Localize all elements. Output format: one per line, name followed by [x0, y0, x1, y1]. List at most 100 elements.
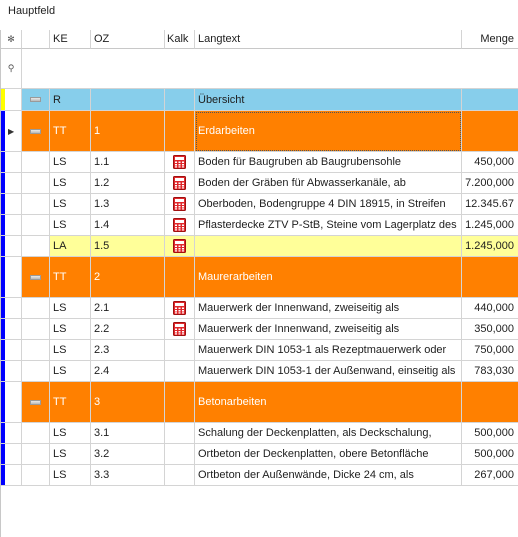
cell-menge[interactable]: 1.245,000 — [462, 215, 518, 236]
expand-toggle-cell[interactable] — [22, 257, 50, 298]
row-indicator[interactable] — [1, 382, 22, 423]
calculator-icon[interactable] — [173, 197, 186, 211]
collapse-icon[interactable] — [30, 97, 41, 102]
cell-ke[interactable]: LS — [50, 152, 91, 173]
expand-toggle-cell[interactable] — [22, 89, 50, 111]
filter-icon[interactable]: ⚲ — [1, 49, 22, 89]
summary-row[interactable]: R Übersicht — [1, 89, 518, 111]
row-indicator[interactable] — [1, 257, 22, 298]
cell-oz[interactable]: 3.2 — [91, 444, 165, 465]
cell-ke[interactable]: LS — [50, 298, 91, 319]
cell-langtext[interactable] — [195, 236, 462, 257]
row-indicator[interactable] — [1, 361, 22, 382]
position-row[interactable]: LS 2.2 Mauerwerk der Innenwand, zweiseitig… — [1, 319, 518, 340]
position-row[interactable]: LS 2.1 Mauerwerk der Innenwand, zweiseitig… — [1, 298, 518, 319]
cell-langtext[interactable]: Betonarbeiten — [195, 382, 462, 423]
cell-langtext[interactable]: Ortbeton der Außenwände, Dicke 24 cm, al… — [195, 465, 462, 486]
cell-ke[interactable]: LS — [50, 423, 91, 444]
column-header-langtext[interactable]: Langtext — [195, 30, 462, 49]
cell-ke[interactable]: LS — [50, 173, 91, 194]
cell-kalk[interactable] — [165, 423, 195, 444]
position-row[interactable]: LS 1.2 Boden der Gräben für Abwasserkanäle… — [1, 173, 518, 194]
position-row[interactable]: LS 2.3 Mauerwerk DIN 1053-1 als Rezeptmaue… — [1, 340, 518, 361]
calculator-icon[interactable] — [173, 239, 186, 253]
group-row[interactable]: ▶ TT 1 Erdarbeiten — [1, 111, 518, 152]
collapse-icon[interactable] — [30, 128, 41, 134]
group-row[interactable]: TT 2 Maurerarbeiten — [1, 257, 518, 298]
cell-langtext[interactable]: Mauerwerk der Innenwand, zweiseitig als — [195, 298, 462, 319]
collapse-icon[interactable] — [30, 399, 41, 405]
cell-menge[interactable]: 500,000 — [462, 444, 518, 465]
row-indicator[interactable] — [1, 89, 22, 111]
position-row[interactable]: LA 1.5 1.245,000 — [1, 236, 518, 257]
cell-kalk[interactable] — [165, 319, 195, 340]
row-indicator[interactable]: ▶ — [1, 111, 22, 152]
cell-menge[interactable]: 7.200,000 — [462, 173, 518, 194]
cell-ke[interactable]: LA — [50, 236, 91, 257]
cell-kalk[interactable] — [165, 444, 195, 465]
cell-langtext[interactable]: Pflasterdecke ZTV P-StB, Steine vom Lage… — [195, 215, 462, 236]
column-header-menge[interactable]: Menge — [462, 30, 518, 49]
cell-kalk[interactable] — [165, 465, 195, 486]
cell-oz[interactable]: 2.2 — [91, 319, 165, 340]
position-grid[interactable]: ✻ KE OZ Kalk Langtext Menge ⚲ R Übersicht… — [0, 30, 518, 537]
cell-langtext[interactable]: Boden für Baugruben ab Baugrubensohle — [195, 152, 462, 173]
cell-kalk[interactable] — [165, 298, 195, 319]
cell-langtext[interactable]: Maurerarbeiten — [195, 257, 462, 298]
cell-langtext[interactable]: Erdarbeiten — [195, 111, 462, 152]
cell-kalk[interactable] — [165, 89, 195, 111]
row-indicator[interactable] — [1, 465, 22, 486]
cell-menge[interactable]: 267,000 — [462, 465, 518, 486]
cell-ke[interactable]: LS — [50, 465, 91, 486]
cell-ke[interactable]: R — [50, 89, 91, 111]
calculator-icon[interactable] — [173, 155, 186, 169]
cell-ke[interactable]: LS — [50, 319, 91, 340]
cell-ke[interactable]: TT — [50, 111, 91, 152]
cell-kalk[interactable] — [165, 111, 195, 152]
row-indicator[interactable] — [1, 152, 22, 173]
cell-langtext[interactable]: Mauerwerk DIN 1053-1 der Außenwand, eins… — [195, 361, 462, 382]
column-header-ke[interactable]: KE — [50, 30, 91, 49]
cell-menge[interactable]: 440,000 — [462, 298, 518, 319]
cell-kalk[interactable] — [165, 257, 195, 298]
expand-toggle-cell[interactable] — [22, 382, 50, 423]
expand-toggle-cell[interactable] — [22, 111, 50, 152]
cell-kalk[interactable] — [165, 236, 195, 257]
row-indicator[interactable] — [1, 298, 22, 319]
calculator-icon[interactable] — [173, 218, 186, 232]
column-header-kalk[interactable]: Kalk — [165, 30, 195, 49]
position-row[interactable]: LS 1.4 Pflasterdecke ZTV P-StB, Steine vom… — [1, 215, 518, 236]
cell-oz[interactable]: 2 — [91, 257, 165, 298]
cell-langtext[interactable]: Boden der Gräben für Abwasserkanäle, ab — [195, 173, 462, 194]
cell-oz[interactable]: 1.1 — [91, 152, 165, 173]
cell-oz[interactable]: 1.3 — [91, 194, 165, 215]
row-indicator[interactable] — [1, 340, 22, 361]
cell-menge[interactable]: 750,000 — [462, 340, 518, 361]
cell-kalk[interactable] — [165, 152, 195, 173]
position-row[interactable]: LS 3.1 Schalung der Deckenplatten, als Dec… — [1, 423, 518, 444]
cell-menge[interactable] — [462, 111, 518, 152]
cell-langtext[interactable]: Mauerwerk der Innenwand, zweiseitig als — [195, 319, 462, 340]
collapse-icon[interactable] — [30, 274, 41, 280]
row-indicator[interactable] — [1, 215, 22, 236]
cell-ke[interactable]: LS — [50, 361, 91, 382]
cell-oz[interactable]: 2.1 — [91, 298, 165, 319]
cell-kalk[interactable] — [165, 382, 195, 423]
position-row[interactable]: LS 2.4 Mauerwerk DIN 1053-1 der Außenwand,… — [1, 361, 518, 382]
calculator-icon[interactable] — [173, 322, 186, 336]
cell-kalk[interactable] — [165, 194, 195, 215]
cell-oz[interactable]: 3.3 — [91, 465, 165, 486]
row-indicator[interactable] — [1, 319, 22, 340]
cell-oz[interactable]: 1.5 — [91, 236, 165, 257]
cell-oz[interactable] — [91, 89, 165, 111]
cell-kalk[interactable] — [165, 215, 195, 236]
cell-langtext[interactable]: Oberboden, Bodengruppe 4 DIN 18915, in S… — [195, 194, 462, 215]
filter-input-area[interactable] — [22, 49, 518, 89]
position-row[interactable]: LS 3.3 Ortbeton der Außenwände, Dicke 24 c… — [1, 465, 518, 486]
cell-menge[interactable] — [462, 257, 518, 298]
row-indicator[interactable] — [1, 173, 22, 194]
position-row[interactable]: LS 1.3 Oberboden, Bodengruppe 4 DIN 18915,… — [1, 194, 518, 215]
cell-ke[interactable]: LS — [50, 340, 91, 361]
cell-langtext[interactable]: Ortbeton der Deckenplatten, obere Betonf… — [195, 444, 462, 465]
cell-menge[interactable]: 450,000 — [462, 152, 518, 173]
